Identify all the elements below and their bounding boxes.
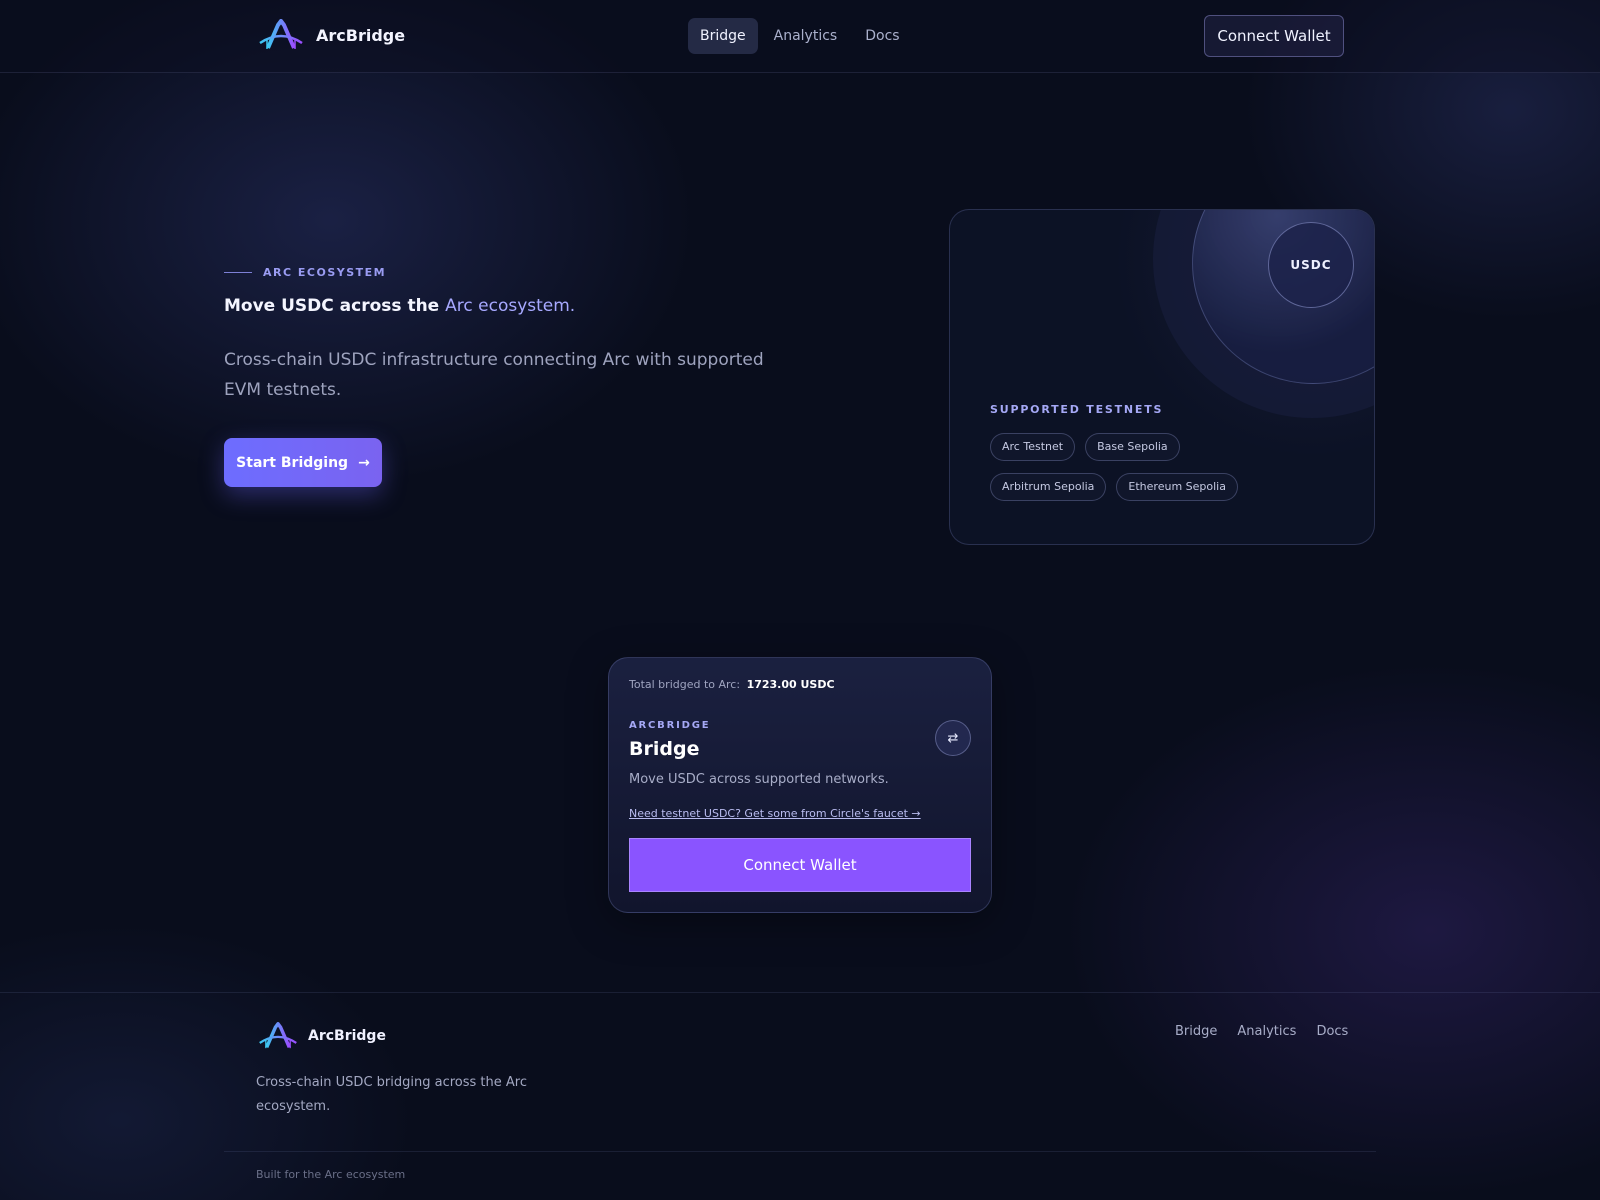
arc-bridge-logo-icon xyxy=(259,19,303,49)
footer-bottom-divider xyxy=(224,1151,1376,1152)
footer-divider xyxy=(0,992,1600,993)
hero-eyebrow-text: ARC ECOSYSTEM xyxy=(263,266,387,279)
total-bridged-value: 1723.00 USDC xyxy=(746,678,835,691)
nav-analytics[interactable]: Analytics xyxy=(762,18,850,54)
chip-arbitrum-sepolia: Arbitrum Sepolia xyxy=(990,473,1107,501)
supported-testnets-label: SUPPORTED TESTNETS xyxy=(990,403,1164,416)
supported-testnets-card: USDC SUPPORTED TESTNETS Arc Testnet Base… xyxy=(949,209,1375,545)
footer-nav-docs[interactable]: Docs xyxy=(1316,1024,1348,1039)
hero-title: Move USDC across the Arc ecosystem. xyxy=(224,296,575,316)
hero-eyebrow: ARC ECOSYSTEM xyxy=(224,266,386,279)
chip-arc-testnet: Arc Testnet xyxy=(990,433,1076,461)
testnet-chip-list: Arc Testnet Base Sepolia Arbitrum Sepoli… xyxy=(990,433,1350,513)
bridge-eyebrow: ARCBRIDGE xyxy=(629,720,711,731)
top-header: ArcBridge Bridge Analytics Docs Connect … xyxy=(0,0,1600,73)
hero-title-main: Move USDC across the xyxy=(224,296,440,316)
bridge-connect-wallet-button[interactable]: Connect Wallet xyxy=(629,838,971,892)
nav-bridge[interactable]: Bridge xyxy=(688,18,758,54)
hero-title-accent: Arc ecosystem. xyxy=(445,296,576,316)
start-bridging-button[interactable]: Start Bridging → xyxy=(224,438,382,487)
footer-description: Cross-chain USDC bridging across the Arc… xyxy=(256,1075,527,1114)
bridge-description: Move USDC across supported networks. xyxy=(629,772,889,787)
arrow-right-icon: → xyxy=(358,454,370,471)
brand-name: ArcBridge xyxy=(316,25,406,45)
eyebrow-line xyxy=(224,272,252,273)
chip-row: Arc Testnet Base Sepolia xyxy=(990,433,1350,461)
chip-base-sepolia: Base Sepolia xyxy=(1085,433,1180,461)
footer-credit: Built for the Arc ecosystem xyxy=(256,1168,406,1181)
arc-bridge-logo-icon xyxy=(259,1022,297,1049)
nav-docs[interactable]: Docs xyxy=(853,18,911,54)
header-brand[interactable]: ArcBridge xyxy=(258,18,405,52)
hero-subtitle: Cross-chain USDC infrastructure connecti… xyxy=(224,350,764,400)
footer-nav-bridge[interactable]: Bridge xyxy=(1175,1024,1217,1039)
chip-ethereum-sepolia: Ethereum Sepolia xyxy=(1116,473,1238,501)
footer-brand[interactable]: ArcBridge xyxy=(258,1022,386,1050)
total-bridged-label: Total bridged to Arc: xyxy=(629,678,741,691)
chip-row: Arbitrum Sepolia Ethereum Sepolia xyxy=(990,473,1350,501)
footer-nav-analytics[interactable]: Analytics xyxy=(1237,1024,1296,1039)
total-bridged: Total bridged to Arc: 1723.00 USDC xyxy=(629,678,835,691)
swap-arrows-icon: ⇄ xyxy=(947,730,959,746)
footer-brand-name: ArcBridge xyxy=(308,1028,386,1044)
header-connect-wallet-button[interactable]: Connect Wallet xyxy=(1204,15,1344,57)
footer-nav: Bridge Analytics Docs xyxy=(1175,1024,1368,1039)
page-background xyxy=(0,0,1600,1200)
faucet-link[interactable]: Need testnet USDC? Get some from Circle'… xyxy=(629,807,921,820)
bridge-card: Total bridged to Arc: 1723.00 USDC ARCBR… xyxy=(608,657,992,913)
bridge-title: Bridge xyxy=(629,738,700,760)
main-nav: Bridge Analytics Docs xyxy=(688,18,916,54)
swap-direction-button[interactable]: ⇄ xyxy=(935,720,971,756)
start-bridging-label: Start Bridging xyxy=(236,454,349,471)
usdc-badge: USDC xyxy=(1268,222,1354,308)
